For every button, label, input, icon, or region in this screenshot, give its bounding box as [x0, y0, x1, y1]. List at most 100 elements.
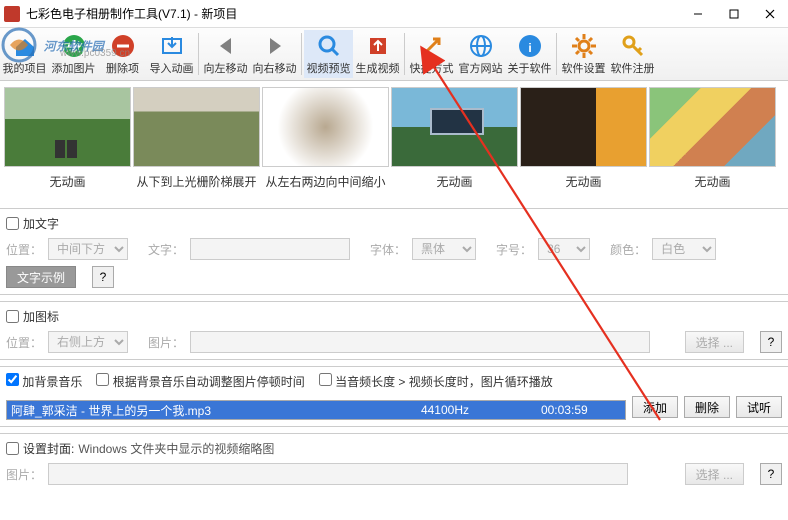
add-audio-checkbox[interactable] — [6, 373, 19, 386]
sticker-pos-label: 位置： — [6, 334, 42, 351]
shortcut-icon — [418, 32, 446, 60]
thumbnail-item[interactable]: 从下到上光栅阶梯展开 — [133, 87, 260, 196]
minimize-button[interactable] — [680, 2, 716, 26]
audio-file-name: 阿肆_郭采洁 - 世界上的另一个我.mp3 — [11, 402, 421, 419]
audio-list[interactable]: 阿肆_郭采洁 - 世界上的另一个我.mp3 44100Hz 00:03:59 — [6, 400, 626, 420]
toolbar-minus-button[interactable]: 删除项 — [98, 30, 147, 78]
text-size-select[interactable]: 36 — [538, 238, 590, 260]
sticker-help-button[interactable]: ? — [760, 331, 782, 353]
app-icon — [4, 6, 20, 22]
set-cover-checkbox[interactable] — [6, 442, 19, 455]
audio-auto-label: 根据背景音乐自动调整图片停顿时间 — [113, 375, 305, 389]
thumbnail-image — [262, 87, 389, 167]
thumbnail-row: 无动画从下到上光栅阶梯展开从左右两边向中间缩小无动画无动画无动画 — [0, 81, 788, 202]
add-sticker-label: 加图标 — [23, 308, 59, 325]
titlebar: 七彩色电子相册制作工具(V7.1) - 新项目 — [0, 0, 788, 28]
thumbnail-caption: 从下到上光栅阶梯展开 — [133, 167, 260, 196]
thumbnail-image — [133, 87, 260, 167]
cover-path-label: 图片： — [6, 466, 42, 483]
close-button[interactable] — [752, 2, 788, 26]
text-color-select[interactable]: 白色 — [652, 238, 716, 260]
toolbar-home-button[interactable]: 我的项目 — [0, 30, 49, 78]
set-cover-label: 设置封面: — [23, 440, 74, 457]
text-size-label: 字号： — [496, 241, 532, 258]
audio-section: 加背景音乐 根据背景音乐自动调整图片停顿时间 当音频长度 > 视频长度时，图片循… — [0, 366, 788, 427]
toolbar-label: 我的项目 — [3, 60, 47, 76]
toolbar-label: 向右移动 — [253, 60, 297, 76]
toolbar-shortcut-button[interactable]: 快捷方式 — [407, 30, 456, 78]
set-cover-desc: Windows 文件夹中显示的视频缩略图 — [78, 440, 274, 457]
gear-icon — [570, 32, 598, 60]
arrow-left-icon — [212, 32, 240, 60]
toolbar-plus-button[interactable]: 添加图片 — [49, 30, 98, 78]
globe-icon — [467, 32, 495, 60]
thumbnail-caption: 无动画 — [391, 167, 518, 196]
toolbar-label: 向左移动 — [204, 60, 248, 76]
toolbar-label: 关于软件 — [508, 60, 552, 76]
sticker-section: 加图标 位置： 右侧上方 图片： 选择 ... ? — [0, 301, 788, 360]
toolbar-label: 添加图片 — [52, 60, 96, 76]
thumbnail-caption: 无动画 — [520, 167, 647, 196]
key-icon — [619, 32, 647, 60]
svg-text:i: i — [528, 41, 531, 55]
text-example-button[interactable]: 文字示例 — [6, 266, 76, 288]
thumbnail-caption: 从左右两边向中间缩小 — [262, 167, 389, 196]
thumbnail-item[interactable]: 无动画 — [649, 87, 776, 196]
add-sticker-checkbox[interactable] — [6, 310, 19, 323]
toolbar-info-button[interactable]: i 关于软件 — [505, 30, 554, 78]
text-content-label: 文字： — [148, 241, 184, 258]
sticker-pos-select[interactable]: 右侧上方 — [48, 331, 128, 353]
text-help-button[interactable]: ? — [92, 266, 114, 288]
export-icon — [364, 32, 392, 60]
thumbnail-image — [4, 87, 131, 167]
toolbar-key-button[interactable]: 软件注册 — [608, 30, 657, 78]
audio-file-duration: 00:03:59 — [541, 403, 621, 417]
cover-section: 设置封面: Windows 文件夹中显示的视频缩略图 图片： 选择 ... ? — [0, 433, 788, 491]
text-pos-label: 位置： — [6, 241, 42, 258]
maximize-button[interactable] — [716, 2, 752, 26]
toolbar: 我的项目添加图片删除项导入动画向左移动向右移动视频预览生成视频快捷方式官方网站i… — [0, 28, 788, 81]
thumbnail-image — [391, 87, 518, 167]
toolbar-label: 生成视频 — [356, 60, 400, 76]
text-color-label: 颜色： — [610, 241, 646, 258]
audio-loop-checkbox[interactable] — [319, 373, 332, 386]
thumbnail-item[interactable]: 无动画 — [391, 87, 518, 196]
toolbar-globe-button[interactable]: 官方网站 — [456, 30, 505, 78]
thumbnail-item[interactable]: 无动画 — [4, 87, 131, 196]
sticker-path-label: 图片： — [148, 334, 184, 351]
toolbar-gear-button[interactable]: 软件设置 — [559, 30, 608, 78]
text-content-input[interactable] — [190, 238, 350, 260]
arrow-right-icon — [261, 32, 289, 60]
home-icon — [11, 32, 39, 60]
audio-auto-checkbox[interactable] — [96, 373, 109, 386]
text-pos-select[interactable]: 中间下方 — [48, 238, 128, 260]
toolbar-arrow-left-button[interactable]: 向左移动 — [201, 30, 250, 78]
window-title: 七彩色电子相册制作工具(V7.1) - 新项目 — [26, 5, 237, 22]
thumbnail-item[interactable]: 无动画 — [520, 87, 647, 196]
audio-delete-button[interactable]: 删除 — [684, 396, 730, 418]
search-icon — [315, 32, 343, 60]
toolbar-arrow-right-button[interactable]: 向右移动 — [250, 30, 299, 78]
audio-add-button[interactable]: 添加 — [632, 396, 678, 418]
toolbar-label: 视频预览 — [307, 60, 351, 76]
toolbar-search-button[interactable]: 视频预览 — [304, 30, 353, 78]
audio-list-item[interactable]: 阿肆_郭采洁 - 世界上的另一个我.mp3 44100Hz 00:03:59 — [7, 401, 625, 419]
toolbar-import-button[interactable]: 导入动画 — [147, 30, 196, 78]
thumbnail-image — [520, 87, 647, 167]
sticker-path-input[interactable] — [190, 331, 650, 353]
import-icon — [158, 32, 186, 60]
cover-path-input[interactable] — [48, 463, 628, 485]
plus-icon — [60, 32, 88, 60]
add-text-checkbox[interactable] — [6, 217, 19, 230]
thumbnail-image — [649, 87, 776, 167]
sticker-select-button[interactable]: 选择 ... — [685, 331, 744, 353]
toolbar-export-button[interactable]: 生成视频 — [353, 30, 402, 78]
cover-select-button[interactable]: 选择 ... — [685, 463, 744, 485]
thumbnail-caption: 无动画 — [649, 167, 776, 196]
add-audio-label: 加背景音乐 — [22, 375, 82, 389]
thumbnail-item[interactable]: 从左右两边向中间缩小 — [262, 87, 389, 196]
audio-play-button[interactable]: 试听 — [736, 396, 782, 418]
text-font-select[interactable]: 黑体 — [412, 238, 476, 260]
minus-icon — [109, 32, 137, 60]
cover-help-button[interactable]: ? — [760, 463, 782, 485]
